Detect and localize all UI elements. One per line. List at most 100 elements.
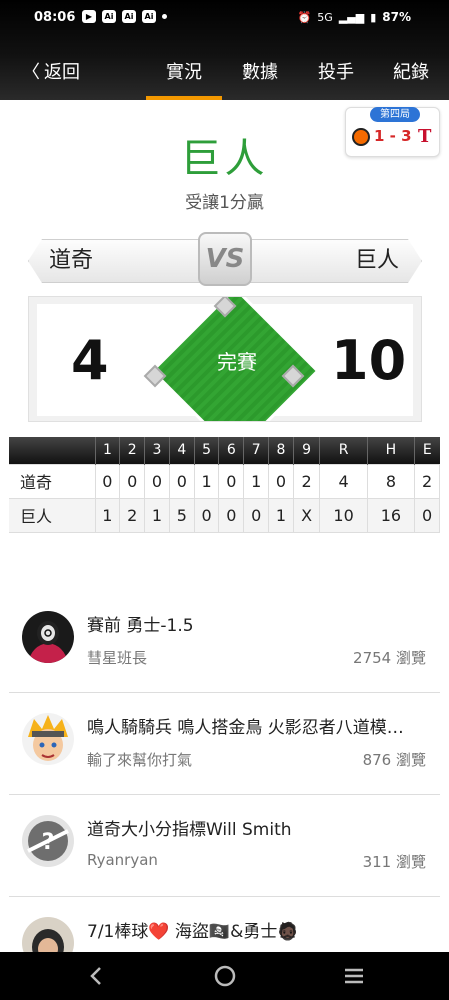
runs-cell: 4 [319, 463, 368, 499]
post-title: 鳴人騎騎兵 鳴人搭金鳥 火影忍者八道模… [87, 718, 404, 738]
signal-icon: ▂▄▆ [338, 10, 365, 24]
tab-records[interactable]: 紀錄 [393, 58, 429, 84]
score-cell: 0 [268, 463, 294, 499]
header-cell: 5 [193, 437, 219, 464]
rangers-logo-icon: T [418, 126, 432, 147]
orioles-logo-icon [352, 128, 370, 146]
home-team-name: 巨人 [242, 239, 422, 283]
post-title: 7/1棒球❤️ 海盜🏴‍☠️&勇士🧔🏿 [87, 922, 299, 942]
errors-cell: 0 [414, 497, 440, 533]
back-label: 返回 [44, 62, 80, 83]
header-cell: 8 [268, 437, 294, 464]
ai-icon: Ai [122, 10, 136, 23]
svg-text:?: ? [42, 830, 55, 855]
battery-icon: ▮ [370, 10, 377, 24]
score-cell: 1 [243, 463, 270, 499]
system-navigation-bar [0, 952, 449, 1000]
tab-live[interactable]: 實況 [166, 58, 202, 84]
score-cell: 2 [292, 463, 321, 499]
score-cell: 2 [119, 497, 146, 533]
app-header: 08:06 ▶ Ai Ai Ai ⏰ 5G ▂▄▆ ▮ 87% 〈 返回 實況 … [0, 0, 449, 100]
clock: 08:06 [34, 10, 76, 25]
status-bar: 08:06 ▶ Ai Ai Ai ⏰ 5G ▂▄▆ ▮ 87% [0, 0, 449, 36]
notification-icons: ▶ Ai Ai Ai [82, 10, 167, 23]
hits-cell: 8 [366, 463, 416, 499]
ai-icon: Ai [102, 10, 116, 23]
chevron-left-icon: 〈 [22, 62, 40, 83]
header-cell: E [414, 437, 440, 464]
battery-level: 87% [382, 10, 411, 24]
handicap-text: 受讓1分贏 [185, 193, 264, 213]
header-cell: 3 [144, 437, 170, 464]
live-score-badge[interactable]: 第四局 1 - 3 T [345, 107, 440, 157]
recents-icon [345, 968, 363, 984]
score-cell: X [292, 497, 321, 533]
game-status: 完賽 [217, 350, 257, 374]
network-label: 5G [317, 10, 333, 24]
table-row: 道奇 0 0 0 0 1 0 1 0 2 4 8 2 [9, 463, 440, 499]
line-score-header: 1 2 3 4 5 6 7 8 9 R H E [9, 437, 440, 464]
away-score: 4 [71, 329, 109, 392]
header-cell: 7 [243, 437, 269, 464]
list-item[interactable]: ? 道奇大小分指標Will Smith Ryanryan 311 瀏覽 [9, 795, 440, 897]
system-back-button[interactable] [82, 962, 110, 990]
team-cell: 道奇 [9, 463, 96, 499]
runs-cell: 10 [319, 497, 368, 533]
score-cell: 1 [94, 497, 121, 533]
top-navigation: 〈 返回 實況 數據 投手 紀錄 [0, 50, 449, 100]
matchup-banner: 道奇 巨人 VS [28, 232, 422, 286]
system-icons: ⏰ 5G ▂▄▆ ▮ 87% [298, 10, 411, 24]
inning-label: 第四局 [370, 107, 420, 122]
more-notifications-icon [162, 14, 167, 19]
avatar[interactable]: ? [22, 815, 74, 867]
score-cell: 0 [243, 497, 270, 533]
post-views: 876 瀏覽 [362, 751, 426, 769]
team-cell: 巨人 [9, 497, 96, 533]
score-cell: 1 [268, 497, 294, 533]
home-score: 10 [331, 329, 407, 392]
post-title: 道奇大小分指標Will Smith [87, 820, 292, 840]
away-team-name: 道奇 [28, 239, 208, 283]
home-circle-icon [214, 965, 236, 987]
list-item[interactable]: 鳴人騎騎兵 鳴人搭金鳥 火影忍者八道模… 輸了來幫你打氣 876 瀏覽 [9, 693, 440, 795]
header-cell: 6 [218, 437, 244, 464]
tab-stats[interactable]: 數據 [242, 58, 278, 84]
list-item[interactable]: 賽前 勇士-1.5 彗星班長 2754 瀏覽 [9, 591, 440, 693]
avatar[interactable] [22, 713, 74, 765]
active-tab-indicator [146, 96, 222, 100]
header-cell: 4 [168, 437, 195, 464]
youtube-icon: ▶ [82, 10, 96, 23]
ai-icon: Ai [142, 10, 156, 23]
header-cell: 2 [119, 437, 145, 464]
post-views: 311 瀏覽 [362, 853, 426, 871]
header-cell: 9 [292, 437, 320, 464]
alarm-icon: ⏰ [297, 10, 312, 24]
back-button[interactable]: 〈 返回 [22, 58, 80, 84]
post-author: 彗星班長 [87, 649, 148, 667]
header-cell: R [319, 437, 368, 464]
post-author: Ryanryan [87, 851, 158, 869]
avatar[interactable] [22, 611, 74, 663]
header-cell: H [366, 437, 415, 464]
table-row: 巨人 1 2 1 5 0 0 0 1 X 10 16 0 [9, 497, 440, 533]
chevron-left-icon [90, 967, 101, 985]
scoreboard: 4 10 完賽 [28, 296, 422, 422]
line-score-table: 1 2 3 4 5 6 7 8 9 R H E 道奇 0 0 0 0 1 0 1… [9, 437, 440, 533]
score-cell: 0 [144, 463, 170, 499]
system-home-button[interactable] [211, 962, 239, 990]
header-cell [9, 437, 95, 464]
live-score: 1 - 3 [374, 127, 412, 145]
post-title: 賽前 勇士-1.5 [87, 616, 194, 636]
vs-badge: VS [198, 232, 252, 286]
score-cell: 0 [119, 463, 146, 499]
score-cell: 0 [218, 497, 245, 533]
score-cell: 0 [168, 463, 195, 499]
header-cell: 1 [94, 437, 120, 464]
score-cell: 0 [94, 463, 121, 499]
post-author: 輸了來幫你打氣 [87, 751, 193, 769]
post-views: 2754 瀏覽 [353, 649, 426, 667]
score-cell: 5 [168, 497, 195, 533]
score-cell: 0 [193, 497, 220, 533]
system-recents-button[interactable] [340, 962, 368, 990]
tab-pitchers[interactable]: 投手 [318, 58, 354, 84]
